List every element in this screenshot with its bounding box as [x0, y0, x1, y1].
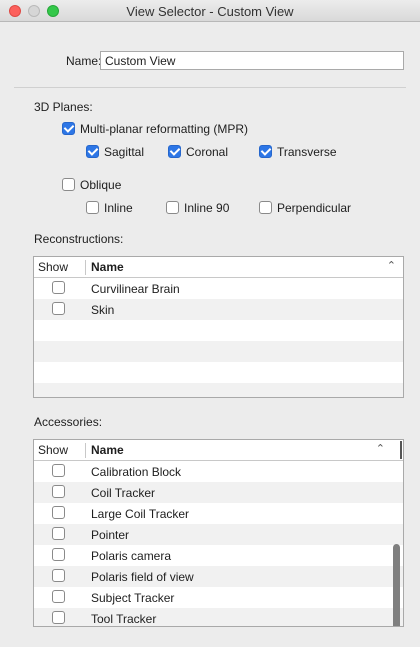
inline-90-checkbox[interactable] — [166, 201, 179, 214]
transverse-checkbox[interactable] — [259, 145, 272, 158]
row-name: Polaris camera — [91, 549, 172, 563]
empty-row — [34, 362, 403, 383]
name-input[interactable] — [100, 51, 404, 70]
table-row[interactable]: Large Coil Tracker — [34, 503, 403, 524]
scrollbar-thumb[interactable] — [393, 544, 400, 626]
row-name: Subject Tracker — [91, 591, 175, 605]
row-name: Pointer — [91, 528, 130, 542]
row-name: Skin — [91, 303, 115, 317]
chevron-up-icon[interactable]: ⌃ — [376, 442, 385, 455]
reconstructions-table: Show Name ⌃ Curvilinear Brain Skin — [33, 256, 404, 398]
window-title: View Selector - Custom View — [126, 4, 294, 19]
accessories-table: Show Name ⌃ Calibration Block Coil Track… — [33, 439, 404, 627]
name-label: Name: — [66, 54, 102, 68]
inline-90-label: Inline 90 — [184, 201, 230, 215]
row-name: Curvilinear Brain — [91, 282, 180, 296]
coronal-label: Coronal — [186, 145, 229, 159]
coronal-checkbox[interactable] — [168, 145, 181, 158]
table-row[interactable]: Tool Tracker — [34, 608, 403, 626]
table-row[interactable]: Polaris field of view — [34, 566, 403, 587]
show-checkbox[interactable] — [52, 611, 65, 624]
perpendicular-checkbox[interactable] — [259, 201, 272, 214]
column-resize-handle[interactable] — [400, 441, 402, 459]
scrollbar[interactable] — [391, 462, 403, 626]
table-row[interactable]: Polaris camera — [34, 545, 403, 566]
show-checkbox[interactable] — [52, 590, 65, 603]
perpendicular-label: Perpendicular — [277, 201, 352, 215]
show-checkbox[interactable] — [52, 485, 65, 498]
row-name: Tool Tracker — [91, 612, 157, 626]
empty-row — [34, 383, 403, 397]
divider — [14, 87, 406, 88]
show-checkbox[interactable] — [52, 506, 65, 519]
oblique-checkbox[interactable] — [62, 178, 75, 191]
show-column-header[interactable]: Show — [38, 260, 68, 274]
chevron-up-icon[interactable]: ⌃ — [387, 259, 396, 272]
row-name: Calibration Block — [91, 465, 182, 479]
table-header: Show Name ⌃ — [34, 440, 403, 461]
table-row[interactable]: Skin — [34, 299, 403, 320]
inline-label: Inline — [104, 201, 133, 215]
accessories-heading: Accessories: — [34, 415, 103, 429]
sagittal-checkbox[interactable] — [86, 145, 99, 158]
sagittal-label: Sagittal — [104, 145, 145, 159]
planes-heading: 3D Planes: — [34, 100, 93, 114]
show-checkbox[interactable] — [52, 569, 65, 582]
column-divider — [85, 260, 86, 275]
inline-checkbox[interactable] — [86, 201, 99, 214]
row-name: Coil Tracker — [91, 486, 156, 500]
transverse-label: Transverse — [277, 145, 337, 159]
oblique-label: Oblique — [80, 178, 122, 192]
table-row[interactable]: Coil Tracker — [34, 482, 403, 503]
row-name: Large Coil Tracker — [91, 507, 190, 521]
reconstructions-heading: Reconstructions: — [34, 232, 124, 246]
table-row[interactable]: Curvilinear Brain — [34, 278, 403, 299]
row-name: Polaris field of view — [91, 570, 194, 584]
table-header: Show Name ⌃ — [34, 257, 403, 278]
name-column-header[interactable]: Name — [91, 260, 124, 274]
table-row[interactable]: Subject Tracker — [34, 587, 403, 608]
show-checkbox[interactable] — [52, 548, 65, 561]
mpr-checkbox[interactable] — [62, 122, 75, 135]
show-checkbox[interactable] — [52, 527, 65, 540]
table-row[interactable]: Pointer — [34, 524, 403, 545]
name-column-header[interactable]: Name — [91, 443, 124, 457]
empty-row — [34, 341, 403, 362]
title-bar: View Selector - Custom View — [0, 0, 420, 22]
empty-row — [34, 320, 403, 341]
show-checkbox[interactable] — [52, 281, 65, 294]
show-checkbox[interactable] — [52, 302, 65, 315]
show-column-header[interactable]: Show — [38, 443, 68, 457]
show-checkbox[interactable] — [52, 464, 65, 477]
table-row[interactable]: Calibration Block — [34, 461, 403, 482]
column-divider — [85, 443, 86, 458]
mpr-label: Multi-planar reformatting (MPR) — [80, 122, 249, 136]
